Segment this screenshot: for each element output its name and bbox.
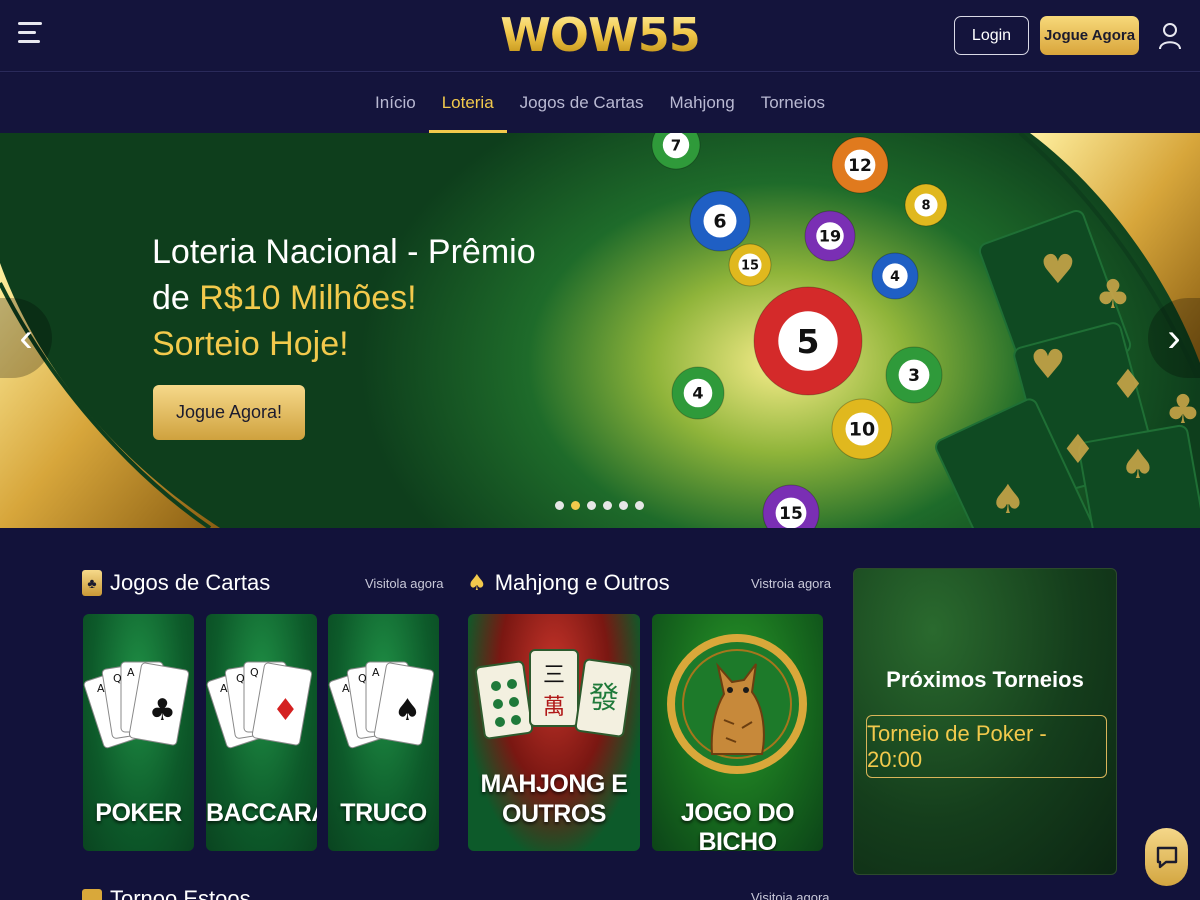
mahjong-section-link[interactable]: Vistroia agora (751, 576, 831, 591)
mahjong-label: MAHJONG E OUTROS (468, 769, 640, 829)
mahjong-section-title: ♠ Mahjong e Outros (467, 570, 670, 596)
mahjong-tiles-icon: 三 萬 發 (474, 649, 634, 740)
tile-char-1: 三 (543, 663, 565, 688)
nav-item-jogos-de-cartas[interactable]: Jogos de Cartas (507, 73, 657, 133)
game-card-poker[interactable]: AQA ♣ POKER (83, 614, 194, 851)
mahjong-label-line-2: OUTROS (502, 800, 606, 828)
play-now-button[interactable]: Jogue Agora (1040, 16, 1139, 55)
lottery-ball-number: 4 (692, 384, 703, 403)
carousel-dot[interactable] (619, 501, 628, 510)
lottery-ball: 12 (831, 136, 889, 194)
lottery-ball-number: 12 (848, 156, 872, 176)
carousel-dots (555, 501, 644, 510)
carousel-dot[interactable] (571, 501, 580, 510)
tournaments-title: Próximos Torneios (886, 667, 1084, 692)
lottery-balls-illustration: 7 12 6 8 19 15 4 5 3 4 10 15 (651, 133, 948, 528)
lottery-ball-number: 15 (741, 259, 759, 274)
chat-bubble-icon (1156, 846, 1177, 869)
truco-cards-icon: AQ A ♠ (328, 661, 435, 749)
game-card-mahjong[interactable]: 三 萬 發 MAHJONG E OUTROS (468, 614, 640, 851)
lottery-ball-number: 6 (713, 211, 726, 233)
trophy-icon (82, 889, 102, 900)
tile-char-3: 發 (589, 681, 619, 716)
partial-section-title: Tornoo Estoos (82, 886, 251, 900)
mahjong-section-heading: Mahjong e Outros (494, 570, 670, 595)
svg-text:A: A (220, 682, 228, 695)
lottery-ball: 6 (689, 190, 751, 252)
game-card-truco[interactable]: AQA ♠ TRUCO (328, 614, 439, 851)
nav-item-mahjong[interactable]: Mahjong (656, 73, 747, 133)
tiger-medallion-icon (667, 634, 807, 774)
login-button[interactable]: Login (954, 16, 1029, 55)
lottery-ball: 8 (904, 183, 948, 227)
game-card-baccarat[interactable]: AQQ ♦ BACCARAT (206, 614, 317, 851)
nav-item-inicio[interactable]: Início (362, 73, 429, 133)
lottery-ball: 10 (831, 398, 893, 460)
poker-label: POKER (95, 799, 182, 827)
svg-text:A: A (97, 682, 105, 695)
lottery-ball-number: 15 (779, 504, 803, 524)
lottery-ball: 5 (753, 286, 863, 396)
lottery-ball-number: 4 (890, 269, 900, 285)
lottery-ball-number: 8 (921, 199, 930, 214)
playing-cards-icon: ♣ (82, 570, 102, 596)
baccarat-label: BACCARAT (206, 799, 317, 827)
main-nav: Início Loteria Jogos de Cartas Mahjong T… (0, 73, 1200, 133)
truco-label: TRUCO (340, 799, 427, 827)
lottery-ball-number: 5 (797, 322, 820, 361)
upcoming-tournaments-panel: Próximos Torneios Torneio de Poker - 20:… (853, 568, 1117, 875)
cards-section-link[interactable]: Visitola agora (365, 576, 444, 591)
nav-item-torneios[interactable]: Torneios (748, 73, 838, 133)
top-header: WOW55 Login Jogue Agora (0, 0, 1200, 72)
svg-text:Q: Q (113, 672, 122, 685)
carousel-dot[interactable] (587, 501, 596, 510)
lottery-ball-number: 19 (819, 227, 841, 246)
lottery-ball: 15 (762, 484, 820, 528)
svg-text:Q: Q (236, 672, 245, 685)
cards-section-title: ♣ Jogos de Cartas (82, 570, 270, 596)
partial-section-link[interactable]: Visitoia agora (751, 890, 830, 900)
svg-text:A: A (342, 682, 350, 695)
lottery-ball: 7 (651, 133, 701, 170)
carousel-dot[interactable] (555, 501, 564, 510)
lottery-ball: 3 (885, 346, 943, 404)
baccarat-cards-icon: AQ Q ♦ (206, 661, 313, 749)
chat-support-button[interactable] (1145, 828, 1188, 886)
svg-text:Q: Q (250, 666, 259, 679)
lottery-ball: 19 (804, 210, 856, 262)
game-card-jogo-do-bicho[interactable]: JOGO DO BICHO (652, 614, 823, 851)
tile-char-2: 萬 (543, 695, 565, 720)
baccarat-suit: ♦ (272, 693, 299, 728)
jogo-do-bicho-label: JOGO DO BICHO (680, 799, 795, 851)
partial-section-heading: Tornoo Estoos (110, 886, 251, 900)
tournament-item-poker[interactable]: Torneio de Poker - 20:00 (866, 715, 1107, 778)
svg-text:A: A (127, 666, 135, 679)
user-profile-icon[interactable] (1158, 22, 1182, 50)
lottery-ball: 15 (728, 243, 772, 287)
svg-text:Q: Q (358, 672, 367, 685)
lottery-ball: 4 (871, 252, 919, 300)
poker-cards-icon: AQ A ♣ (83, 661, 190, 749)
lottery-ball-number: 10 (849, 419, 875, 441)
cards-section-heading: Jogos de Cartas (110, 570, 271, 595)
mahjong-label-line-1: MAHJONG E (480, 770, 628, 798)
lottery-ball: 4 (671, 366, 725, 420)
hero-banner: ♥ ♣ ♥ ♦ ♦ ♠ ♠ ♣ Loteria Nacional - Prêmi… (0, 133, 1200, 528)
lottery-ball-number: 3 (908, 366, 920, 386)
carousel-dot[interactable] (635, 501, 644, 510)
lottery-ball-number: 7 (671, 136, 681, 154)
truco-suit: ♠ (394, 693, 421, 728)
nav-item-loteria[interactable]: Loteria (428, 73, 507, 133)
svg-text:A: A (372, 666, 380, 679)
poker-suit: ♣ (149, 693, 176, 728)
spade-icon: ♠ (467, 570, 487, 596)
carousel-dot[interactable] (603, 501, 612, 510)
